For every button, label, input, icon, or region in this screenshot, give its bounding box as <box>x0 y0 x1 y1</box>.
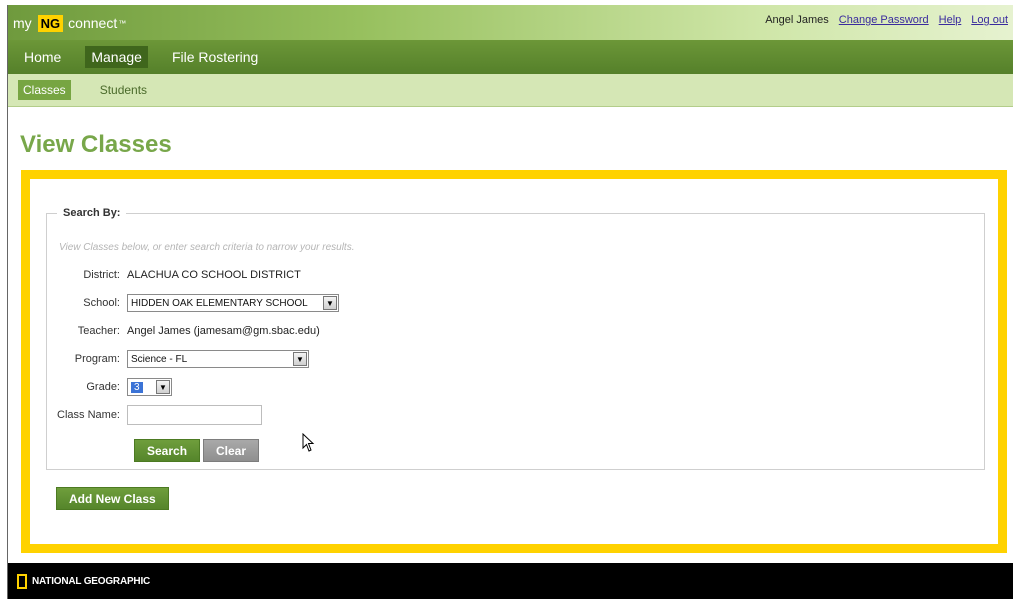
search-legend: Search By: <box>63 207 121 219</box>
sub-nav: Classes Students <box>8 74 1013 107</box>
district-row: District: ALACHUA CO SCHOOL DISTRICT <box>47 264 467 286</box>
program-label: Program: <box>74 353 120 365</box>
myngconnect-logo[interactable]: my NG connect ™ <box>13 12 126 34</box>
district-value: ALACHUA CO SCHOOL DISTRICT <box>127 269 301 281</box>
search-hint: View Classes below, or enter search crit… <box>59 242 355 253</box>
logo-connect: connect <box>68 15 118 31</box>
add-new-class-button[interactable]: Add New Class <box>56 487 169 510</box>
subnav-students[interactable]: Students <box>95 80 152 100</box>
school-select-value: HIDDEN OAK ELEMENTARY SCHOOL <box>131 297 308 309</box>
search-fieldset: Search By: View Classes below, or enter … <box>46 207 985 470</box>
change-password-link[interactable]: Change Password <box>839 14 929 26</box>
log-out-link[interactable]: Log out <box>971 14 1008 26</box>
chevron-down-icon[interactable]: ▼ <box>156 380 170 394</box>
class-name-input[interactable] <box>127 405 262 425</box>
program-row: Program: Science - FL ▼ <box>47 348 467 370</box>
grade-row: Grade: 3 ▼ <box>47 376 467 398</box>
main-nav: Home Manage File Rostering <box>8 40 1013 74</box>
class-name-label: Class Name: <box>57 409 120 421</box>
teacher-label: Teacher: <box>77 325 120 337</box>
logo-trademark: ™ <box>118 18 127 28</box>
clear-button[interactable]: Clear <box>203 439 260 462</box>
user-links: Angel James Change Password Help Log out <box>765 14 1008 26</box>
school-label: School: <box>83 297 120 309</box>
footer-brand: NATIONAL GEOGRAPHIC <box>32 575 151 587</box>
user-name: Angel James <box>765 14 829 26</box>
grade-select[interactable]: 3 ▼ <box>127 378 172 396</box>
national-geographic-logo-icon <box>17 573 27 589</box>
nav-manage[interactable]: Manage <box>85 46 148 68</box>
subnav-classes[interactable]: Classes <box>18 80 71 100</box>
search-button[interactable]: Search <box>134 439 201 462</box>
chevron-down-icon[interactable]: ▼ <box>293 352 307 366</box>
chevron-down-icon[interactable]: ▼ <box>323 296 337 310</box>
program-select-value: Science - FL <box>131 353 188 365</box>
logo-ng: NG <box>37 14 64 32</box>
nav-file-rostering[interactable]: File Rostering <box>166 46 264 68</box>
class-name-row: Class Name: <box>47 404 467 426</box>
teacher-row: Teacher: Angel James (jamesam@gm.sbac.ed… <box>47 320 467 342</box>
teacher-value: Angel James (jamesam@gm.sbac.edu) <box>127 325 320 337</box>
app-window: my NG connect ™ Angel James Change Passw… <box>7 5 1013 599</box>
page-title: View Classes <box>20 131 172 158</box>
top-bar: my NG connect ™ Angel James Change Passw… <box>8 5 1013 40</box>
view-classes-panel: Search By: View Classes below, or enter … <box>21 170 1007 553</box>
school-row: School: HIDDEN OAK ELEMENTARY SCHOOL ▼ <box>47 292 467 314</box>
grade-select-value: 3 <box>131 381 143 393</box>
school-select[interactable]: HIDDEN OAK ELEMENTARY SCHOOL ▼ <box>127 294 339 312</box>
nav-home[interactable]: Home <box>18 46 67 68</box>
footer: NATIONAL GEOGRAPHIC <box>8 563 1013 599</box>
logo-my: my <box>13 15 32 31</box>
program-select[interactable]: Science - FL ▼ <box>127 350 309 368</box>
help-link[interactable]: Help <box>939 14 962 26</box>
district-label: District: <box>83 269 120 281</box>
mouse-cursor-icon <box>302 433 315 452</box>
grade-label: Grade: <box>86 381 120 393</box>
